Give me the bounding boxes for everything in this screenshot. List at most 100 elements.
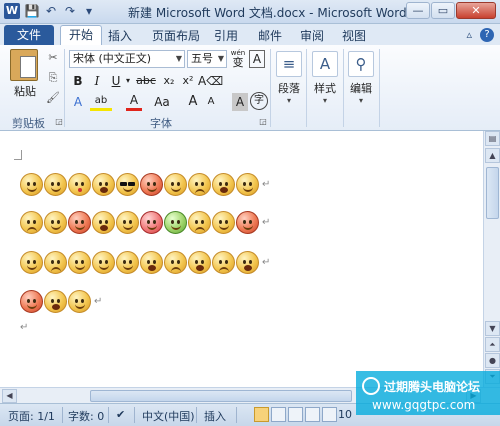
- smiley-icon[interactable]: [44, 290, 67, 313]
- cut-icon[interactable]: ✂: [46, 51, 60, 65]
- smiley-icon[interactable]: [44, 173, 67, 196]
- change-case-button[interactable]: Aa: [150, 93, 174, 111]
- editing-button[interactable]: ⚲ 编辑 ▾: [345, 51, 377, 105]
- scroll-left-icon[interactable]: ◀: [2, 389, 17, 403]
- tab-home[interactable]: 开始: [60, 25, 103, 46]
- smiley-icon[interactable]: [188, 173, 211, 196]
- enclose-characters-button[interactable]: 字: [250, 92, 268, 110]
- shrink-font-button[interactable]: A: [204, 93, 218, 111]
- smiley-icon[interactable]: [236, 211, 259, 234]
- smiley-icon[interactable]: [164, 251, 187, 274]
- smiley-icon[interactable]: [44, 251, 67, 274]
- outline-view-icon[interactable]: [305, 407, 320, 422]
- word-count[interactable]: 字数: 0: [68, 408, 104, 424]
- ruler-toggle-icon[interactable]: ▤: [485, 131, 500, 146]
- smiley-icon[interactable]: [188, 211, 211, 234]
- smiley-icon[interactable]: [20, 211, 43, 234]
- vertical-scroll-thumb[interactable]: [486, 167, 499, 219]
- bold-button[interactable]: B: [70, 72, 86, 90]
- styles-button[interactable]: A 样式 ▾: [308, 51, 342, 105]
- smiley-icon[interactable]: [164, 211, 187, 234]
- highlight-button[interactable]: ab: [90, 93, 112, 111]
- tab-insert[interactable]: 插入: [108, 27, 132, 44]
- close-button[interactable]: ✕: [456, 2, 496, 19]
- full-screen-reading-view-icon[interactable]: [271, 407, 286, 422]
- print-layout-view-icon[interactable]: [254, 407, 269, 422]
- font-name-combo[interactable]: 宋体 (中文正文) ▼: [69, 50, 185, 68]
- draft-view-icon[interactable]: [322, 407, 337, 422]
- web-layout-view-icon[interactable]: [288, 407, 303, 422]
- font-size-combo[interactable]: 五号 ▼: [187, 50, 227, 68]
- paste-icon[interactable]: [10, 49, 38, 81]
- smiley-icon[interactable]: [20, 290, 43, 313]
- word-app-icon[interactable]: W: [4, 3, 20, 19]
- tab-references[interactable]: 引用: [214, 27, 238, 44]
- font-color-button[interactable]: A: [126, 93, 142, 111]
- customize-qat-icon[interactable]: ▾: [81, 3, 97, 19]
- smiley-icon[interactable]: [212, 173, 235, 196]
- smiley-icon[interactable]: [212, 251, 235, 274]
- smiley-icon[interactable]: [20, 173, 43, 196]
- previous-page-icon[interactable]: ⏶: [485, 337, 500, 352]
- tab-mailings[interactable]: 邮件: [258, 27, 282, 44]
- smiley-icon[interactable]: [188, 251, 211, 274]
- font-launcher-icon[interactable]: ◲: [256, 115, 270, 129]
- smiley-icon[interactable]: [92, 173, 115, 196]
- minimize-ribbon-icon[interactable]: ▵: [466, 28, 472, 42]
- select-browse-object-icon[interactable]: ●: [485, 353, 500, 368]
- tab-file[interactable]: 文件: [4, 25, 54, 45]
- smiley-icon[interactable]: [140, 251, 163, 274]
- save-icon[interactable]: 💾: [24, 3, 40, 19]
- tab-review[interactable]: 审阅: [300, 27, 324, 44]
- phonetic-guide-button[interactable]: wén 变: [229, 48, 247, 68]
- smiley-icon[interactable]: [116, 251, 139, 274]
- strikethrough-button[interactable]: abc: [134, 72, 158, 90]
- smiley-icon[interactable]: [140, 211, 163, 234]
- undo-icon[interactable]: ↶: [43, 3, 59, 19]
- superscript-button[interactable]: x²: [180, 72, 196, 90]
- language[interactable]: 中文(中国): [142, 408, 195, 424]
- smiley-icon[interactable]: [92, 211, 115, 234]
- smiley-icon[interactable]: [116, 173, 139, 196]
- smiley-icon[interactable]: [68, 173, 91, 196]
- scroll-down-icon[interactable]: ▼: [485, 321, 500, 336]
- smiley-icon[interactable]: [116, 211, 139, 234]
- horizontal-scroll-thumb[interactable]: [90, 390, 352, 402]
- smiley-icon[interactable]: [20, 251, 43, 274]
- smiley-icon[interactable]: [236, 251, 259, 274]
- copy-icon[interactable]: ⎘: [46, 71, 60, 85]
- italic-button[interactable]: I: [89, 72, 105, 90]
- smiley-icon[interactable]: [68, 251, 91, 274]
- character-border-button[interactable]: A: [249, 50, 265, 68]
- page-count[interactable]: 页面: 1/1: [8, 408, 55, 424]
- maximize-button[interactable]: ▭: [431, 2, 455, 19]
- insert-mode[interactable]: 插入: [204, 408, 226, 424]
- smiley-icon[interactable]: [212, 211, 235, 234]
- redo-icon[interactable]: ↷: [62, 3, 78, 19]
- character-shading-button[interactable]: A: [232, 93, 248, 111]
- tab-page-layout[interactable]: 页面布局: [152, 27, 200, 44]
- vertical-scrollbar[interactable]: ▤ ▲ ▼ ⏶ ● ⏷: [483, 131, 500, 387]
- smiley-icon[interactable]: [44, 211, 67, 234]
- text-effects-button[interactable]: A: [70, 93, 86, 111]
- grow-font-button[interactable]: A: [186, 93, 200, 111]
- help-icon[interactable]: ?: [480, 28, 494, 42]
- smiley-icon[interactable]: [68, 211, 91, 234]
- format-painter-icon[interactable]: 🖌: [46, 91, 60, 105]
- chevron-down-icon[interactable]: ▾: [124, 72, 132, 90]
- smiley-icon[interactable]: [140, 173, 163, 196]
- subscript-button[interactable]: x₂: [161, 72, 177, 90]
- zoom-level[interactable]: 10: [338, 408, 352, 421]
- minimize-button[interactable]: —: [406, 2, 430, 19]
- paste-button-label[interactable]: 粘贴: [14, 83, 36, 99]
- paragraph-button[interactable]: ≡ 段落 ▾: [273, 51, 305, 105]
- smiley-icon[interactable]: [164, 173, 187, 196]
- smiley-icon[interactable]: [236, 173, 259, 196]
- scroll-up-icon[interactable]: ▲: [485, 148, 500, 163]
- smiley-icon[interactable]: [68, 290, 91, 313]
- clear-formatting-button[interactable]: A⌫: [198, 72, 223, 90]
- smiley-icon[interactable]: [92, 251, 115, 274]
- underline-button[interactable]: U: [108, 72, 124, 90]
- tab-view[interactable]: 视图: [342, 27, 366, 44]
- proofing-icon[interactable]: ✔: [116, 408, 125, 421]
